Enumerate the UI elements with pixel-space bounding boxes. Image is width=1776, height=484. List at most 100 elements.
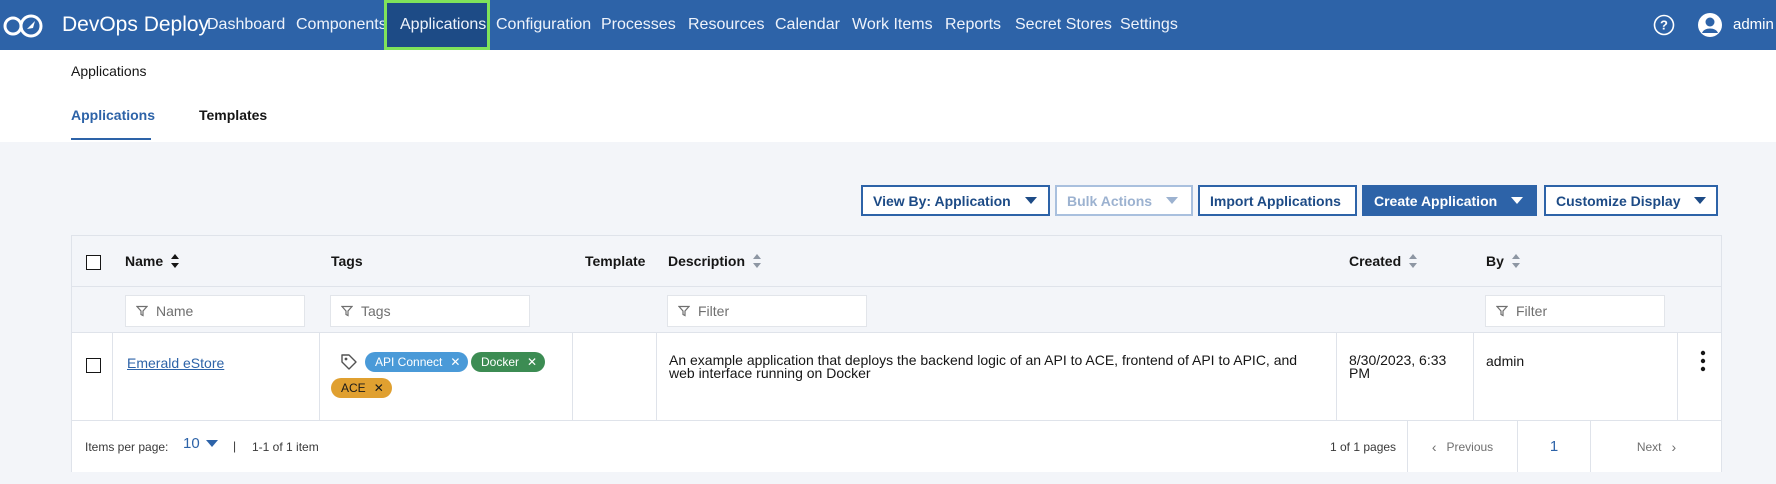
chevron-down-icon (1024, 197, 1037, 204)
column-divider (1677, 333, 1678, 421)
column-created-label: Created (1349, 253, 1402, 269)
nav-components[interactable]: Components (296, 0, 387, 50)
column-name-label: Name (125, 253, 164, 269)
nav-processes[interactable]: Processes (601, 0, 676, 50)
items-per-page-label: Items per page: (85, 440, 169, 454)
customize-display-dropdown[interactable]: Customize Display (1544, 185, 1718, 216)
next-label: Next (1636, 439, 1662, 454)
chevron-down-icon (205, 440, 218, 447)
bulk-actions-label: Bulk Actions (1067, 192, 1153, 209)
nav-applications[interactable]: Applications (384, 0, 490, 50)
previous-page-button[interactable]: ‹ Previous (1408, 421, 1517, 472)
import-applications-button[interactable]: Import Applications (1198, 185, 1357, 216)
items-range: 1-1 of 1 item (252, 440, 319, 454)
customize-display-label: Customize Display (1556, 192, 1681, 209)
chevron-down-icon (1166, 197, 1179, 204)
column-divider (1473, 333, 1474, 421)
svg-text:?: ? (1660, 18, 1668, 33)
items-per-page-value: 10 (183, 435, 200, 452)
remove-tag-icon[interactable]: ✕ (374, 381, 384, 395)
page-1-button[interactable]: 1 (1518, 421, 1590, 472)
remove-tag-icon[interactable]: ✕ (450, 355, 460, 369)
column-header-by[interactable]: By (1486, 253, 1521, 269)
row-select-checkbox[interactable] (86, 358, 101, 373)
filter-icon (136, 305, 148, 317)
description-filter-input[interactable]: Filter (667, 295, 867, 327)
tag-docker[interactable]: Docker ✕ (471, 352, 546, 372)
previous-label: Previous (1446, 439, 1494, 454)
column-divider (1336, 333, 1337, 421)
column-header-tags: Tags (331, 253, 363, 269)
tab-applications[interactable]: Applications (71, 107, 155, 123)
select-all-checkbox[interactable] (86, 255, 101, 270)
tab-templates[interactable]: Templates (199, 107, 267, 123)
next-page-button[interactable]: Next › (1591, 421, 1722, 472)
nav-reports[interactable]: Reports (945, 0, 1001, 50)
create-application-label: Create Application (1374, 192, 1498, 209)
chevron-right-icon: › (1671, 438, 1677, 455)
sort-icon[interactable] (1511, 254, 1521, 268)
created-cell-line2: PM (1349, 365, 1370, 381)
column-divider (656, 333, 657, 421)
chevron-down-icon (1511, 197, 1524, 204)
by-filter-placeholder: Filter (1516, 303, 1548, 319)
description-cell-line2: web interface running on Docker (669, 365, 871, 381)
column-template-label: Template (585, 253, 646, 269)
column-header-description[interactable]: Description (668, 253, 762, 269)
view-by-dropdown[interactable]: View By: Application (861, 185, 1050, 216)
filter-icon (1496, 305, 1508, 317)
column-divider (319, 333, 320, 421)
user-name[interactable]: admin (1733, 0, 1774, 50)
bulk-actions-dropdown[interactable]: Bulk Actions (1055, 185, 1193, 216)
tag-label: ACE (341, 381, 366, 395)
filter-icon (678, 305, 690, 317)
tag-api-connect[interactable]: API Connect ✕ (365, 352, 469, 372)
nav-dashboard[interactable]: Dashboard (207, 0, 285, 50)
table-pagination: Items per page: 10 | 1-1 of 1 item 1 of … (72, 421, 1721, 472)
breadcrumb: Applications (71, 63, 147, 79)
view-by-label: View By: Application (873, 192, 1011, 209)
pagination-separator: | (233, 439, 237, 453)
applications-table: Name Tags Template Description Created B… (71, 235, 1722, 472)
column-description-label: Description (668, 253, 746, 269)
column-by-label: By (1486, 253, 1504, 269)
application-name-link[interactable]: Emerald eStore (127, 355, 224, 371)
nav-settings[interactable]: Settings (1120, 0, 1178, 50)
column-header-name[interactable]: Name (125, 253, 180, 269)
nav-calendar[interactable]: Calendar (775, 0, 840, 50)
column-header-created[interactable]: Created (1349, 253, 1418, 269)
tag-icon (341, 354, 357, 370)
import-applications-label: Import Applications (1210, 192, 1341, 209)
sort-icon[interactable] (1409, 254, 1418, 268)
nav-secret-stores[interactable]: Secret Stores (1015, 0, 1112, 50)
brand-name[interactable]: DevOps Deploy (62, 0, 209, 50)
sort-icon[interactable] (753, 254, 762, 268)
nav-configuration[interactable]: Configuration (496, 0, 591, 50)
remove-tag-icon[interactable]: ✕ (527, 355, 537, 369)
create-application-dropdown[interactable]: Create Application (1362, 185, 1537, 216)
top-navigation: DevOps Deploy Dashboard Components Appli… (0, 0, 1776, 50)
chevron-left-icon: ‹ (1431, 438, 1437, 455)
sort-icon[interactable] (171, 254, 180, 268)
by-filter-input[interactable]: Filter (1485, 295, 1665, 327)
column-divider (112, 333, 113, 421)
help-icon[interactable]: ? (1653, 14, 1675, 36)
tag-ace[interactable]: ACE ✕ (331, 378, 392, 398)
description-filter-placeholder: Filter (698, 303, 730, 319)
tag-label: Docker (481, 355, 520, 369)
tags-filter-input[interactable]: Tags (330, 295, 530, 327)
logo-icon[interactable] (0, 6, 48, 44)
items-per-page-select[interactable]: 10 (183, 435, 218, 452)
tag-label: API Connect (375, 355, 443, 369)
column-header-template: Template (585, 253, 645, 269)
nav-work-items[interactable]: Work Items (852, 0, 933, 50)
name-filter-input[interactable]: Name (125, 295, 305, 327)
overflow-menu-icon[interactable] (1700, 350, 1706, 372)
nav-resources[interactable]: Resources (688, 0, 764, 50)
name-filter-placeholder: Name (156, 303, 194, 319)
table-row: Emerald eStore API Connect ✕ Docker ✕ ACE ✕… (72, 333, 1721, 421)
column-tags-label: Tags (331, 253, 363, 269)
active-tab-indicator (71, 138, 151, 140)
user-avatar-icon[interactable] (1697, 12, 1723, 38)
tags-filter-placeholder: Tags (361, 303, 391, 319)
